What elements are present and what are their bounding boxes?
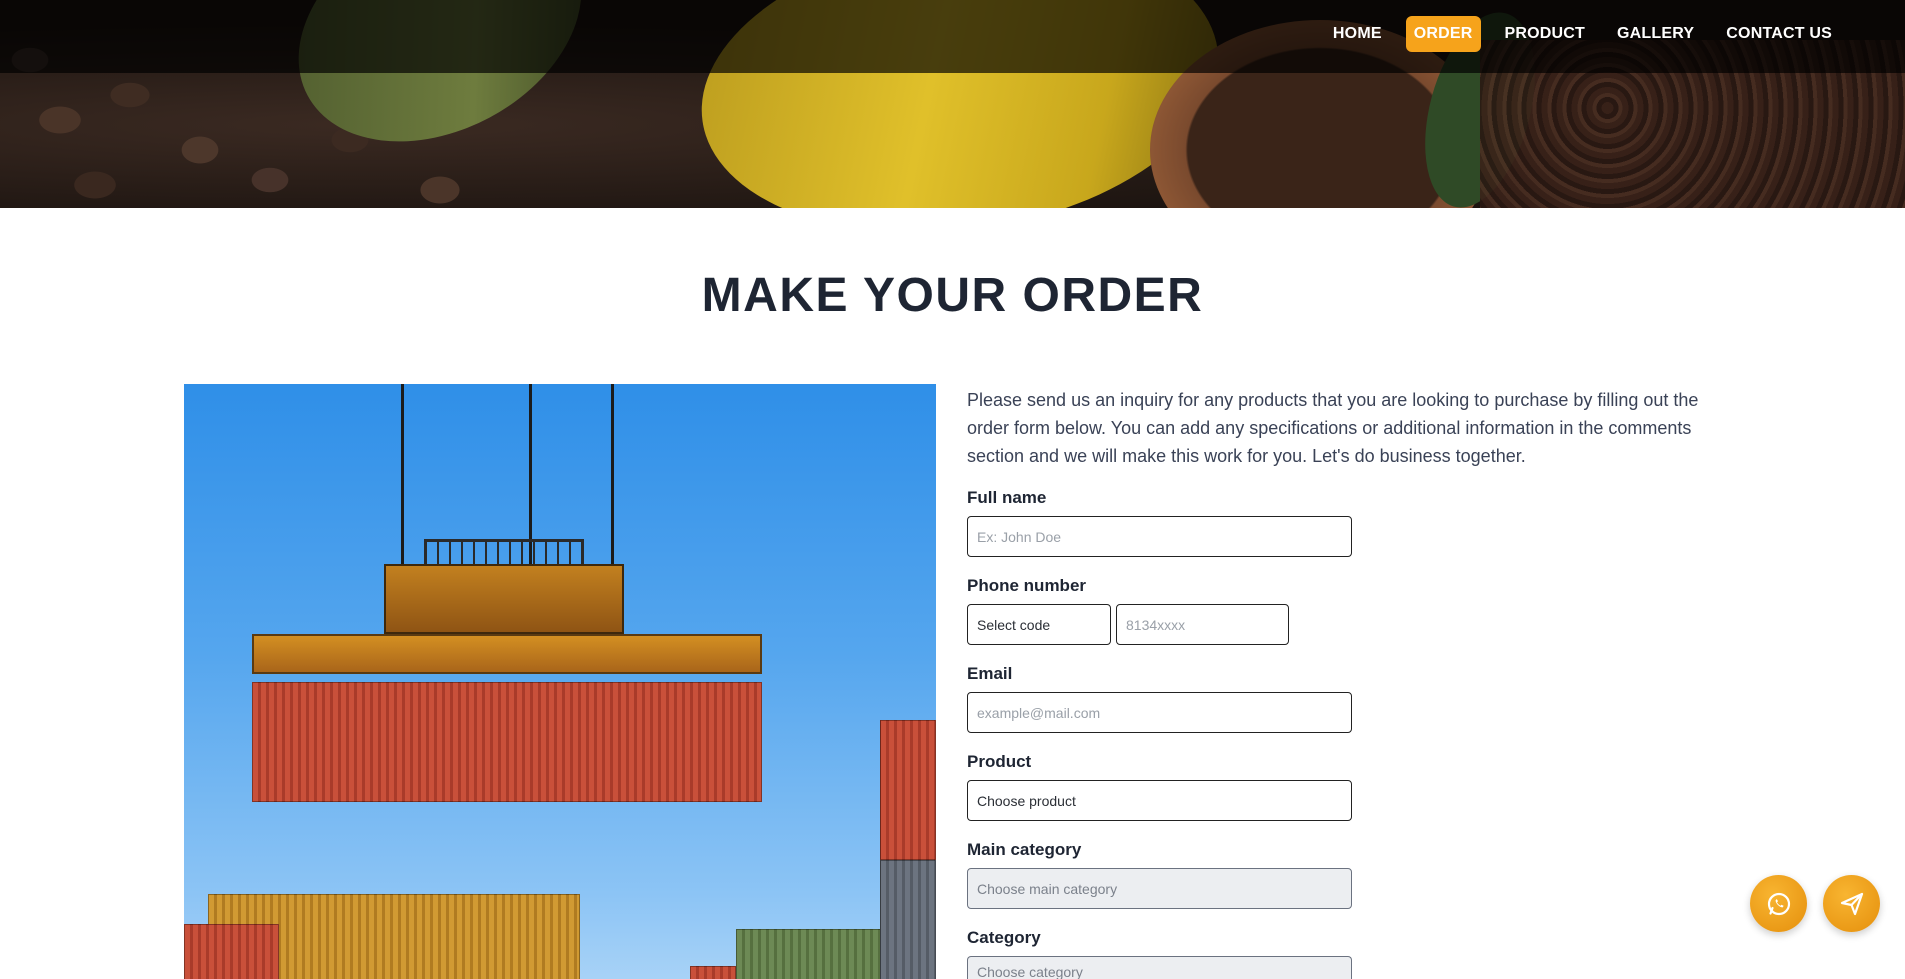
full-name-placeholder: Ex: John Doe [977, 528, 1062, 545]
whatsapp-button[interactable] [1750, 875, 1807, 932]
whatsapp-icon [1767, 892, 1790, 915]
crane-cable [611, 384, 614, 574]
nav-gallery[interactable]: GALLERY [1609, 16, 1702, 52]
stacked-container [736, 929, 886, 979]
crane-cable [401, 384, 404, 574]
phone-number-placeholder: 8134xxxx [1126, 616, 1186, 633]
category-select[interactable]: Choose category [967, 956, 1352, 979]
nav-home[interactable]: HOME [1325, 16, 1390, 52]
main-category-select-value: Choose main category [977, 880, 1118, 897]
stacked-container [184, 924, 279, 979]
phone-number-label: Phone number [967, 576, 1087, 595]
stacked-container [880, 720, 936, 860]
hanging-container [252, 682, 762, 802]
email-label: Email [967, 664, 1013, 683]
category-label: Category [967, 928, 1041, 947]
product-select-value: Choose product [977, 792, 1076, 809]
email-input[interactable]: example@mail.com [967, 692, 1352, 733]
full-name-label: Full name [967, 488, 1047, 507]
page-title: MAKE YOUR ORDER [701, 269, 1204, 322]
stacked-container [880, 860, 936, 979]
nav-product[interactable]: PRODUCT [1497, 16, 1594, 52]
full-name-input[interactable]: Ex: John Doe [967, 516, 1352, 557]
main-category-select[interactable]: Choose main category [967, 868, 1352, 909]
country-code-select[interactable]: Select code [967, 604, 1111, 645]
phone-number-input[interactable]: 8134xxxx [1116, 604, 1289, 645]
product-select[interactable]: Choose product [967, 780, 1352, 821]
crane-spreader-frame [384, 564, 624, 634]
main-nav: HOME ORDER PRODUCT GALLERY CONTACT US [1309, 14, 1840, 54]
product-label: Product [967, 752, 1032, 771]
nav-contact-us[interactable]: CONTACT US [1718, 16, 1840, 52]
category-select-value: Choose category [977, 964, 1083, 979]
email-placeholder: example@mail.com [977, 704, 1101, 721]
stacked-container [690, 966, 736, 979]
nav-order[interactable]: ORDER [1405, 16, 1481, 52]
country-code-value: Select code [977, 616, 1051, 633]
main-category-label: Main category [967, 840, 1082, 859]
paper-plane-icon [1840, 892, 1863, 915]
send-message-button[interactable] [1823, 875, 1880, 932]
crane-spreader [252, 634, 762, 674]
order-intro-text: Please send us an inquiry for any produc… [967, 390, 1699, 466]
shipping-container-photo [184, 384, 936, 979]
